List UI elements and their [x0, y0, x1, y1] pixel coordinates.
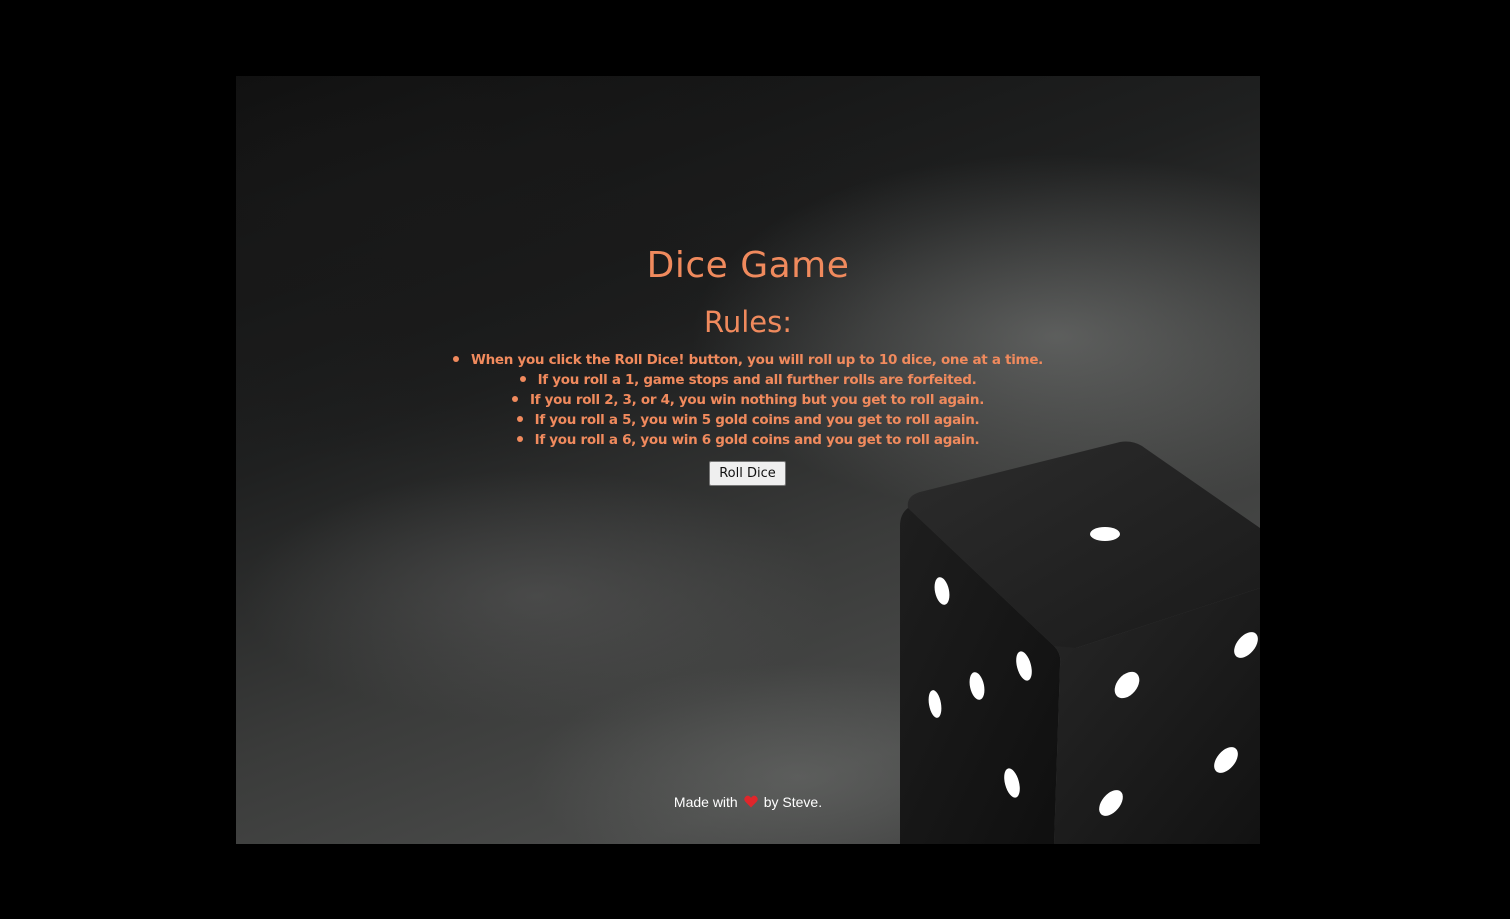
rules-list: When you click the Roll Dice! button, yo…	[236, 350, 1260, 450]
roll-dice-button[interactable]: Roll Dice	[709, 461, 786, 486]
rule-text: If you roll a 5, you win 5 gold coins an…	[534, 412, 980, 428]
bullet-icon	[519, 376, 526, 382]
rule-text: When you click the Roll Dice! button, yo…	[470, 352, 1044, 368]
footer-author: by Steve.	[763, 794, 823, 810]
game-stage: Dice Game Rules: When you click the Roll…	[236, 76, 1260, 844]
rule-item: If you roll a 5, you win 5 gold coins an…	[236, 410, 1260, 430]
bullet-icon	[511, 396, 518, 402]
rule-item: If you roll 2, 3, or 4, you win nothing …	[236, 390, 1260, 410]
game-title: Dice Game	[646, 245, 850, 286]
dice-background-image	[900, 441, 1260, 844]
rule-item: When you click the Roll Dice! button, yo…	[236, 350, 1260, 370]
bullet-icon	[452, 356, 459, 362]
rule-text: If you roll a 6, you win 6 gold coins an…	[534, 432, 980, 448]
bullet-icon	[516, 436, 523, 442]
dice-pip	[1090, 527, 1120, 541]
bullet-icon	[516, 416, 523, 422]
footer: Made with by Steve.	[236, 793, 1260, 811]
rule-item: If you roll a 1, game stops and all furt…	[236, 370, 1260, 390]
rule-text: If you roll a 1, game stops and all furt…	[537, 372, 977, 388]
heart-icon	[744, 795, 758, 808]
rule-item: If you roll a 6, you win 6 gold coins an…	[236, 430, 1260, 450]
rules-heading: Rules:	[703, 305, 792, 339]
rule-text: If you roll 2, 3, or 4, you win nothing …	[529, 392, 985, 408]
footer-made-with: Made with	[673, 794, 738, 810]
